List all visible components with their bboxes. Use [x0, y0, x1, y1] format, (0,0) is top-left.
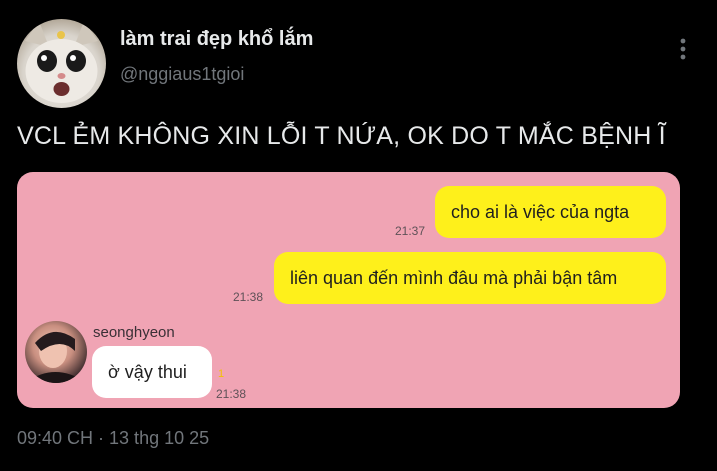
- cat-avatar-icon: [25, 21, 98, 103]
- tweet-timestamp[interactable]: 09:40 CH · 13 thg 10 25: [17, 428, 209, 449]
- chat-message-time: 21:38: [233, 290, 264, 304]
- person-avatar-icon: [25, 331, 87, 383]
- chat-bubble-sent: liên quan đến mình đâu mà phải bận tâm: [274, 252, 666, 304]
- chat-message-text: liên quan đến mình đâu mà phải bận tâm: [290, 267, 618, 288]
- author-avatar[interactable]: [17, 19, 106, 108]
- chat-bubble-received: ờ vậy thui: [92, 346, 212, 398]
- chat-message-time: 21:37: [395, 224, 426, 238]
- chat-message-text: ờ vậy thui: [108, 361, 187, 382]
- unread-count: 1: [218, 368, 225, 380]
- chat-bubble-sent: cho ai là việc của ngta: [435, 186, 666, 238]
- sender-name: seonghyeon: [93, 324, 175, 341]
- more-options-button[interactable]: [668, 34, 698, 64]
- author-display-name[interactable]: làm trai đẹp khổ lắm: [120, 28, 313, 51]
- sender-avatar: [25, 321, 87, 383]
- chat-message-text: cho ai là việc của ngta: [451, 201, 630, 222]
- author-handle[interactable]: @nggiaus1tgioi: [120, 64, 244, 85]
- tweet-text: VCL ẺM KHÔNG XIN LỖI T NỨA, OK DO T MẮC …: [17, 122, 666, 150]
- chat-message-time: 21:38: [216, 387, 247, 401]
- more-vertical-icon: [680, 38, 686, 60]
- tweet-media-image[interactable]: cho ai là việc của ngta 21:37 liên quan …: [17, 172, 680, 408]
